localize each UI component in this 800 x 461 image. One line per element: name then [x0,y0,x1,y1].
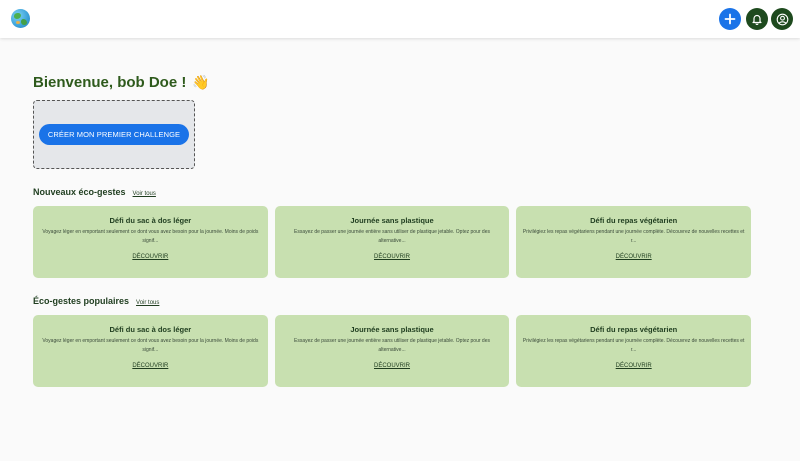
top-navbar [0,0,800,38]
create-first-challenge-button[interactable]: CRÉER MON PREMIER CHALLENGE [38,124,190,145]
see-all-link[interactable]: Voir tous [136,300,159,306]
eco-gesture-card[interactable]: Défi du repas végétarien Privilégiez les… [516,206,752,278]
card-description: Privilégiez les repas végétariens pendan… [522,229,745,244]
card-description: Privilégiez les repas végétariens pendan… [522,338,745,353]
card-title: Défi du sac à dos léger [109,325,192,334]
section-header-new: Nouveaux éco-gestes Voir tous [33,187,156,197]
notifications-button[interactable] [746,8,768,30]
card-description: Essayez de passer une journée entière sa… [294,229,490,244]
eco-gesture-card[interactable]: Journée sans plastique Essayez de passer… [274,206,510,278]
card-description: Essayez de passer une journée entière sa… [294,338,490,353]
eco-gesture-card[interactable]: Journée sans plastique Essayez de passer… [274,315,510,387]
eco-gesture-card[interactable]: Défi du repas végétarien Privilégiez les… [516,315,752,387]
card-title: Journée sans plastique [350,325,434,334]
card-title: Défi du repas végétarien [590,325,678,334]
welcome-text: Bienvenue, bob Doe ! [33,74,187,91]
section-title: Nouveaux éco-gestes [33,187,126,197]
discover-link[interactable]: DÉCOUVRIR [132,363,168,369]
discover-link[interactable]: DÉCOUVRIR [616,254,652,260]
eco-gesture-card[interactable]: Défi du sac à dos léger Voyagez léger en… [33,315,268,387]
welcome-heading: Bienvenue, bob Doe ! 👋 [33,74,210,91]
bell-icon [752,14,762,25]
card-description: Voyagez léger en emportant seulement ce … [42,229,259,244]
card-title: Défi du repas végétarien [590,216,678,225]
card-title: Journée sans plastique [350,216,434,225]
discover-link[interactable]: DÉCOUVRIR [374,254,410,260]
see-all-link[interactable]: Voir tous [133,191,156,197]
eco-gesture-card[interactable]: Défi du sac à dos léger Voyagez léger en… [33,206,268,278]
section-title: Éco-gestes populaires [33,296,130,306]
add-button[interactable] [719,8,741,30]
account-button[interactable] [771,8,793,30]
discover-link[interactable]: DÉCOUVRIR [132,254,168,260]
waving-hand-icon: 👋 [192,74,210,90]
discover-link[interactable]: DÉCOUVRIR [374,363,410,369]
card-row-popular: Défi du sac à dos léger Voyagez léger en… [33,315,752,387]
card-description: Voyagez léger en emportant seulement ce … [42,338,259,353]
plus-icon [724,13,736,25]
user-circle-icon [776,13,788,25]
card-title: Défi du sac à dos léger [109,216,192,225]
section-header-popular: Éco-gestes populaires Voir tous [33,296,159,306]
globe-icon[interactable] [11,9,30,28]
create-challenge-panel: CRÉER MON PREMIER CHALLENGE [33,100,195,169]
card-row-new: Défi du sac à dos léger Voyagez léger en… [33,206,752,278]
discover-link[interactable]: DÉCOUVRIR [616,363,652,369]
